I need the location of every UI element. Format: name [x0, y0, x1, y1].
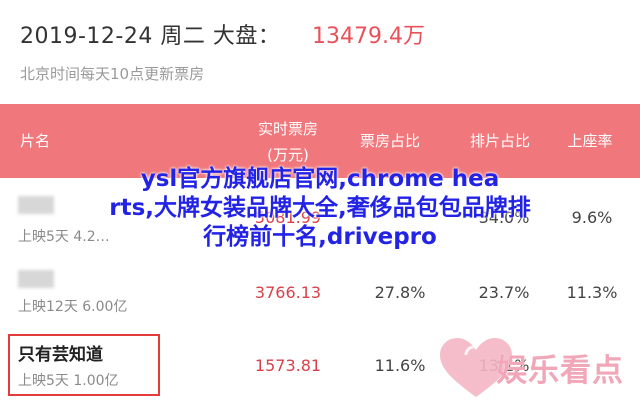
market-total-value: 13479.4万 [312, 24, 425, 49]
row-days-sub: 上映12天 6.00亿 [18, 299, 128, 315]
col-box-share: 票房占比 [359, 132, 420, 150]
highlight-frame [8, 334, 160, 396]
row-occupancy: 11.3% [566, 283, 618, 302]
update-note: 北京时间每天10点更新票房 [20, 65, 205, 83]
watermark-text: 娱乐看点 [496, 353, 624, 389]
col-realtime-line1: 实时票房 [257, 120, 318, 138]
date-and-market-label: 2019-12-24 周二 大盘： [20, 24, 281, 49]
daily-summary-header: 2019-12-24 周二 大盘： 13479.4万 北京时间每天10点更新票房 [0, 0, 640, 102]
table-row[interactable]: 上映12天 6.00亿 3766.13 27.8% 23.7% 11.3% [0, 256, 640, 331]
watermark: 娱乐看点 [436, 333, 640, 402]
spam-text-overlay: ysl官方旗舰店官网,chrome hea rts,大牌女装品牌大全,奢侈品包包… [0, 165, 640, 252]
row-screen-share: 23.7% [478, 283, 530, 302]
overlay-line: rts,大牌女装品牌大全,奢侈品包包品牌排 [109, 195, 531, 221]
row-realtime: 3766.13 [254, 283, 322, 302]
row-box-share: 27.8% [374, 283, 426, 302]
row-realtime: 1573.81 [254, 356, 322, 375]
overlay-line: 行榜前十名,drivepro [203, 224, 437, 250]
blurred-title [18, 270, 54, 288]
col-realtime-line2: (万元) [267, 146, 309, 164]
col-title: 片名 [20, 132, 51, 150]
col-occupancy: 上座率 [567, 132, 613, 150]
overlay-line: ysl官方旗舰店官网,chrome hea [140, 166, 500, 192]
col-screen-share: 排片占比 [469, 132, 530, 150]
